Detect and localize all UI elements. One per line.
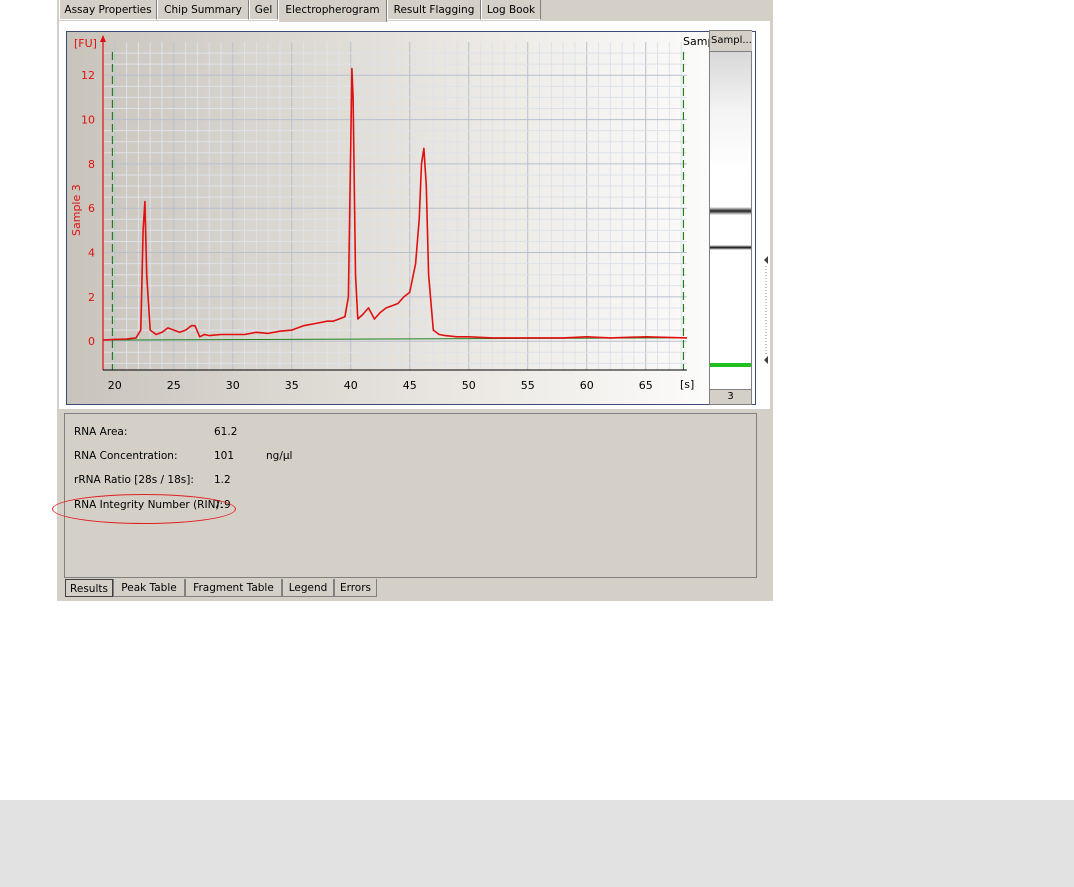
- tab-electropherogram[interactable]: Electropherogram: [278, 0, 387, 22]
- x-tick-label: 40: [344, 379, 358, 392]
- y-unit-label: [FU]: [74, 37, 97, 50]
- x-tick-label: 55: [521, 379, 535, 392]
- x-axis-label: [s]: [680, 378, 694, 391]
- y-tick-label: 8: [88, 158, 95, 171]
- splitter-handle[interactable]: [762, 250, 770, 370]
- electropherogram-window: Assay Properties Chip Summary Gel Electr…: [52, 0, 773, 601]
- result-label: RNA Area:: [74, 426, 128, 438]
- tab-chip-summary[interactable]: Chip Summary: [157, 0, 249, 20]
- result-value: 101: [214, 450, 235, 462]
- tab-result-flagging[interactable]: Result Flagging: [387, 0, 481, 20]
- bottom-gray-bar: [0, 800, 1074, 887]
- tab-legend[interactable]: Legend: [282, 579, 334, 597]
- result-value: 61.2: [214, 426, 238, 438]
- x-tick-label: 60: [580, 379, 594, 392]
- x-tick-label: 45: [403, 379, 417, 392]
- rin-highlight-ellipse: [52, 494, 236, 524]
- tab-fragment-table[interactable]: Fragment Table: [185, 579, 282, 597]
- y-tick-label: 6: [88, 202, 95, 215]
- y-tick-label: 2: [88, 291, 95, 304]
- gel-band-marker: [710, 363, 751, 367]
- y-axis-label: Sample 3: [70, 184, 83, 236]
- gel-lane-panel: Sampl... 3: [709, 30, 752, 405]
- result-value: 1.2: [214, 474, 231, 486]
- tab-peak-table[interactable]: Peak Table: [113, 579, 185, 597]
- tab-gel[interactable]: Gel: [249, 0, 278, 20]
- electropherogram-plot[interactable]: 20253035404550556065 024681012 Sample 3 …: [66, 31, 756, 405]
- splitter-arrow-icon: [764, 356, 768, 364]
- gel-band-18s: [710, 245, 751, 250]
- splitter-arrow-icon: [764, 256, 768, 264]
- y-tick-label: 12: [81, 69, 95, 82]
- x-tick-label: 50: [462, 379, 476, 392]
- plot-background: [67, 32, 755, 404]
- x-tick-label: 25: [167, 379, 181, 392]
- tab-results[interactable]: Results: [65, 579, 113, 597]
- gel-band-28s: [710, 207, 751, 215]
- x-tick-label: 30: [226, 379, 240, 392]
- y-tick-label: 10: [81, 114, 95, 127]
- result-label: rRNA Ratio [28s / 18s]:: [74, 474, 194, 486]
- gel-lane-header: Sampl...: [710, 31, 752, 52]
- gel-lane-number: 3: [710, 389, 751, 404]
- result-unit: ng/µl: [266, 450, 293, 462]
- y-tick-label: 4: [88, 247, 95, 260]
- y-tick-label: 0: [88, 335, 95, 348]
- tab-errors[interactable]: Errors: [334, 579, 377, 597]
- x-tick-label: 65: [639, 379, 653, 392]
- top-tab-bar: Assay Properties Chip Summary Gel Electr…: [57, 0, 773, 22]
- x-tick-label: 35: [285, 379, 299, 392]
- tab-assay-properties[interactable]: Assay Properties: [59, 0, 157, 20]
- tab-log-book[interactable]: Log Book: [481, 0, 541, 20]
- gel-lane-image: [710, 52, 751, 390]
- chart-svg: 20253035404550556065 024681012 Sample 3 …: [67, 32, 755, 404]
- result-label: RNA Concentration:: [74, 450, 178, 462]
- x-tick-label: 20: [108, 379, 122, 392]
